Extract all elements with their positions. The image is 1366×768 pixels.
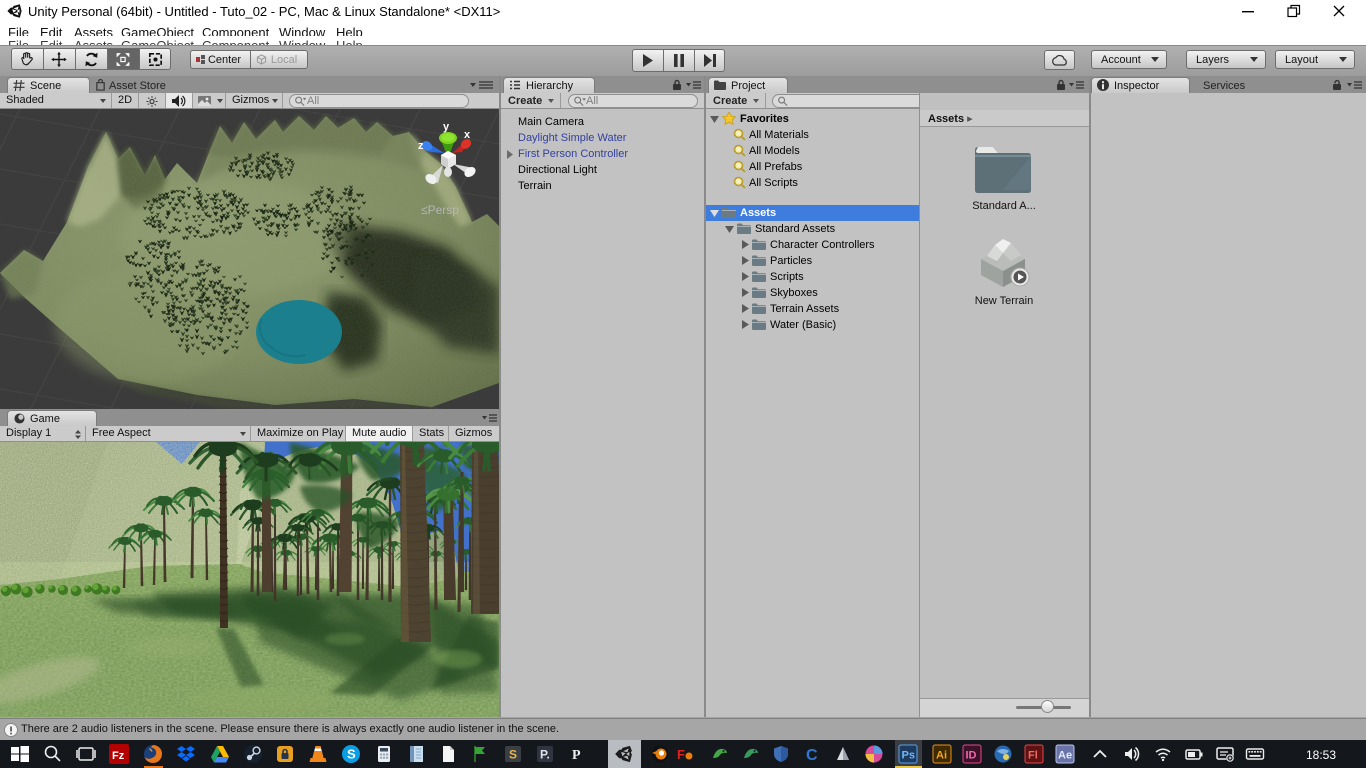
svg-text:y: y: [443, 121, 450, 133]
svg-text:F: F: [677, 747, 685, 762]
svg-text:Ps: Ps: [902, 750, 915, 762]
svg-text:Ae: Ae: [1058, 750, 1072, 762]
svg-text:S: S: [347, 747, 356, 762]
svg-text:P.: P.: [540, 748, 550, 762]
svg-text:ID: ID: [966, 750, 977, 762]
svg-text:S: S: [509, 748, 517, 762]
svg-text:P: P: [572, 748, 581, 763]
svg-text:≤Persp: ≤Persp: [421, 203, 459, 217]
svg-text:z: z: [418, 140, 424, 152]
svg-text:x: x: [464, 129, 471, 141]
svg-text:Ai: Ai: [936, 750, 947, 762]
svg-text:Fl: Fl: [1028, 750, 1038, 762]
svg-text:C: C: [806, 747, 818, 764]
svg-text:Fz: Fz: [112, 750, 125, 762]
